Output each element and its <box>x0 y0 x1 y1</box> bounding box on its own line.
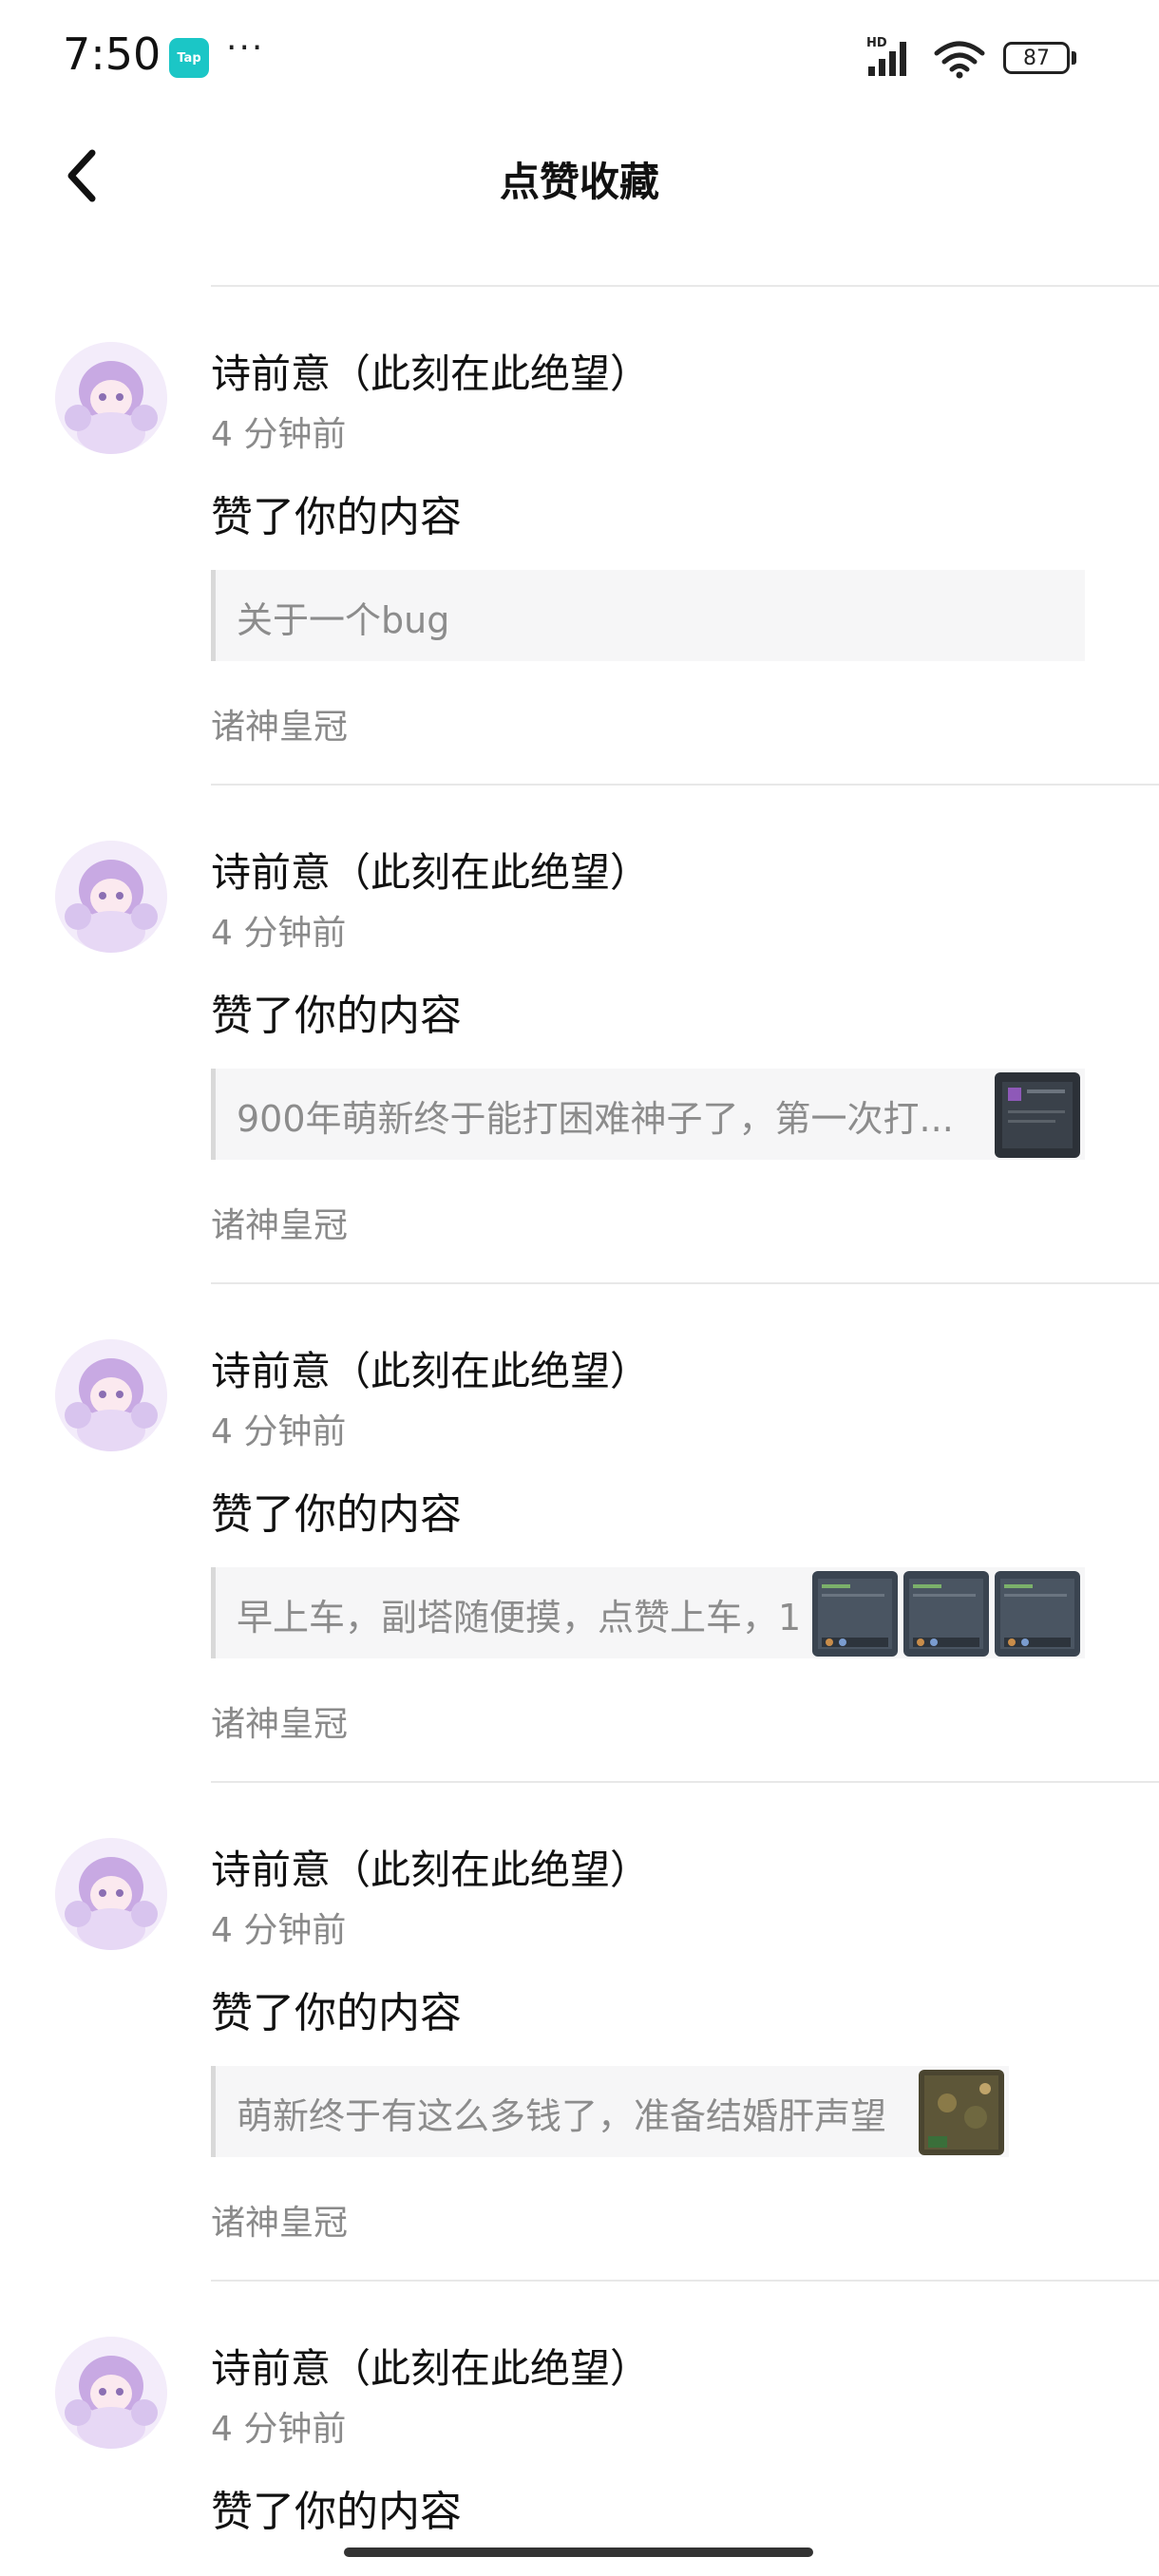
page-title: 点赞收藏 <box>499 159 659 205</box>
game-tag[interactable]: 诸神皇冠 <box>211 2195 348 2245</box>
post-thumbnail[interactable] <box>903 1571 989 1657</box>
game-tag[interactable]: 诸神皇冠 <box>211 1696 348 1746</box>
home-indicator[interactable] <box>344 2548 813 2557</box>
avatar[interactable] <box>55 841 167 953</box>
like-notification-item[interactable]: 诗前意（此刻在此绝望） 4 分钟前 赞了你的内容 <box>0 2280 1159 2576</box>
quoted-post-title: 900年萌新终于能打困难神子了，第一次打... <box>237 1098 954 1140</box>
username[interactable]: 诗前意（此刻在此绝望） <box>211 1838 650 1896</box>
quoted-post[interactable]: 萌新终于有这么多钱了，准备结婚肝声望 <box>211 2066 1009 2157</box>
wifi-icon <box>934 41 985 79</box>
game-tag[interactable]: 诸神皇冠 <box>211 699 348 748</box>
quoted-post[interactable]: 900年萌新终于能打困难神子了，第一次打... <box>211 1069 1085 1160</box>
quoted-post-title: 早上车，副塔随便摸，点赞上车，1 <box>237 1597 802 1638</box>
avatar[interactable] <box>55 1838 167 1950</box>
post-thumbnail[interactable] <box>995 1072 1080 1158</box>
post-thumbnail[interactable] <box>919 2070 1004 2155</box>
avatar[interactable] <box>55 2337 167 2449</box>
like-notification-item[interactable]: 诗前意（此刻在此绝望） 4 分钟前 赞了你的内容 900年萌新终于能打困难神子了… <box>0 784 1159 1282</box>
timestamp: 4 分钟前 <box>211 1911 347 1950</box>
timestamp: 4 分钟前 <box>211 415 347 454</box>
quoted-post-title: 萌新终于有这么多钱了，准备结婚肝声望 <box>237 2095 887 2137</box>
like-notification-item[interactable]: 诗前意（此刻在此绝望） 4 分钟前 赞了你的内容 萌新终于有这么多钱了，准备结婚… <box>0 1781 1159 2280</box>
username[interactable]: 诗前意（此刻在此绝望） <box>211 841 650 899</box>
quoted-post[interactable]: 早上车，副塔随便摸，点赞上车，1 <box>211 1567 1085 1658</box>
timestamp: 4 分钟前 <box>211 914 347 953</box>
quoted-post[interactable]: 关于一个bug <box>211 570 1085 661</box>
battery-tip <box>1072 51 1076 65</box>
action-text: 赞了你的内容 <box>211 1490 462 1539</box>
game-tag[interactable]: 诸神皇冠 <box>211 1198 348 1247</box>
action-text: 赞了你的内容 <box>211 992 462 1040</box>
more-notifications-icon: ··· <box>226 28 265 67</box>
tap-app-icon: Tap <box>169 38 209 78</box>
avatar[interactable] <box>55 1339 167 1451</box>
username[interactable]: 诗前意（此刻在此绝望） <box>211 2337 650 2395</box>
avatar[interactable] <box>55 342 167 454</box>
timestamp: 4 分钟前 <box>211 2410 347 2449</box>
post-thumbnail[interactable] <box>995 1571 1080 1657</box>
battery-indicator: 87 <box>1003 42 1070 74</box>
like-notification-item[interactable]: 诗前意（此刻在此绝望） 4 分钟前 赞了你的内容 关于一个bug 诸神皇冠 <box>0 285 1159 784</box>
cellular-signal-icon <box>868 42 906 76</box>
action-text: 赞了你的内容 <box>211 2488 462 2536</box>
action-text: 赞了你的内容 <box>211 493 462 541</box>
timestamp: 4 分钟前 <box>211 1412 347 1451</box>
username[interactable]: 诗前意（此刻在此绝望） <box>211 342 650 400</box>
like-notification-item[interactable]: 诗前意（此刻在此绝望） 4 分钟前 赞了你的内容 早上车，副塔随便摸，点赞上车，… <box>0 1282 1159 1781</box>
quoted-post-title: 关于一个bug <box>237 599 450 641</box>
status-time: 7:50 <box>63 28 162 80</box>
action-text: 赞了你的内容 <box>211 1989 462 2037</box>
top-navigation-bar: 点赞收藏 <box>0 123 1159 228</box>
post-thumbnail[interactable] <box>812 1571 898 1657</box>
status-bar: 7:50 Tap ··· HD 87 <box>0 0 1159 114</box>
username[interactable]: 诗前意（此刻在此绝望） <box>211 1339 650 1397</box>
